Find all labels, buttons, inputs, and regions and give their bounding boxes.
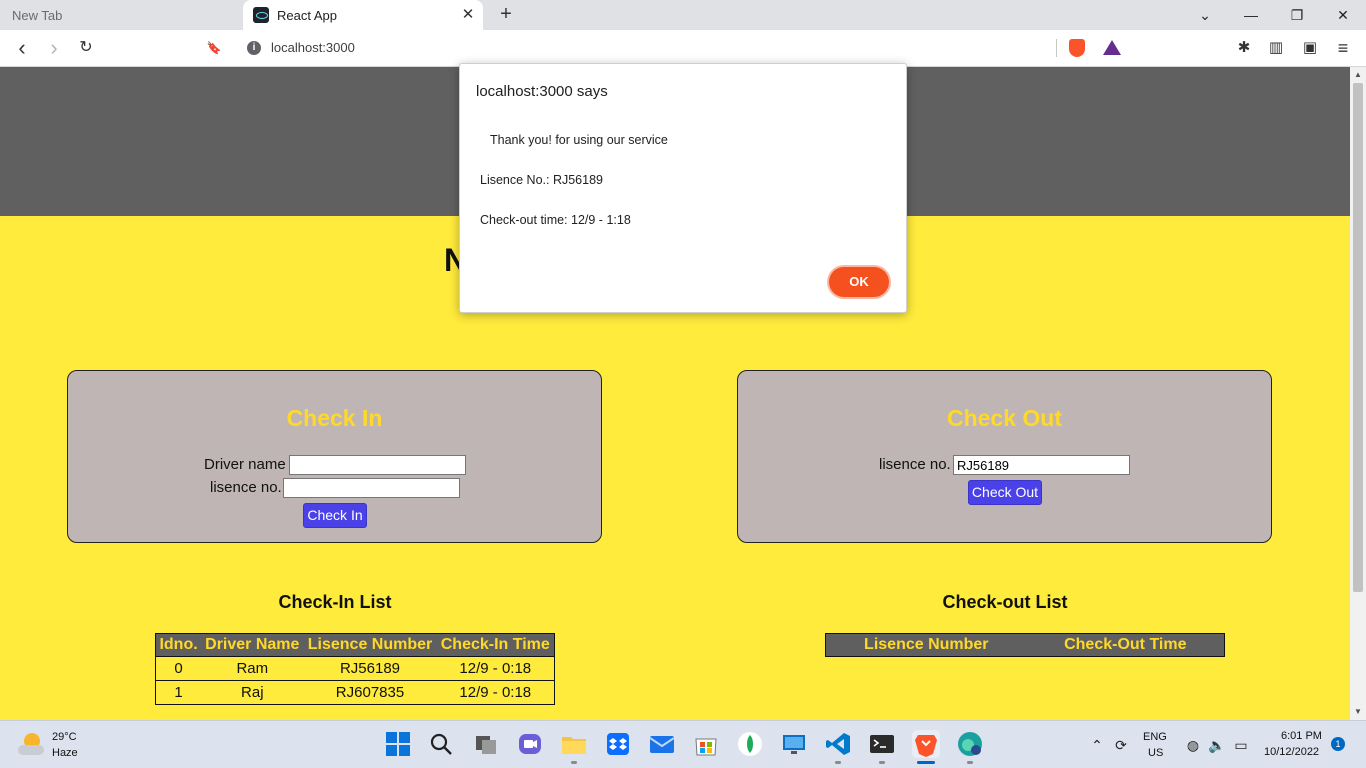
search-icon[interactable]: [427, 730, 455, 758]
bookmark-icon[interactable]: 🔖: [201, 36, 227, 60]
column-header: Driver Name: [201, 633, 304, 657]
back-icon[interactable]: ‹: [9, 36, 35, 60]
column-header: Idno.: [155, 633, 202, 657]
check-out-list-title: Check-out List: [942, 592, 1068, 612]
restore-window-button[interactable]: ❐: [1274, 0, 1320, 30]
teams-chat-icon[interactable]: [516, 730, 544, 758]
check-in-card: Check In Driver name lisence no. Check I…: [67, 370, 602, 543]
file-explorer-icon[interactable]: [560, 730, 588, 764]
close-tab-icon[interactable]: ✕: [459, 6, 477, 24]
reload-icon[interactable]: ↻: [73, 36, 99, 60]
site-info-icon[interactable]: i: [247, 41, 261, 55]
weather-condition[interactable]: Haze: [52, 747, 78, 759]
remote-desktop-icon[interactable]: [780, 730, 808, 758]
dropbox-icon[interactable]: [604, 730, 632, 758]
tab-search-icon[interactable]: ⌄: [1182, 0, 1228, 30]
forward-icon[interactable]: ›: [41, 36, 67, 60]
table-row: 0 Ram RJ56189 12/9 - 0:18: [155, 656, 555, 681]
new-tab-button[interactable]: +: [494, 3, 518, 27]
tab-react-app[interactable]: React App ✕: [243, 0, 483, 30]
git-client-icon[interactable]: [736, 730, 764, 758]
column-header: Check-Out Time: [1026, 633, 1225, 657]
tab-title: New Tab: [12, 7, 63, 23]
dialog-message-line: Check-out time: 12/9 - 1:18: [480, 213, 631, 227]
chevron-up-icon[interactable]: ⌃: [1088, 736, 1106, 754]
edge-dev-icon[interactable]: [956, 730, 984, 764]
check-in-list-title: Check-In List: [278, 592, 392, 612]
alert-dialog: localhost:3000 says Thank you! for using…: [459, 63, 907, 313]
table-header-row: Lisence Number Check-Out Time: [825, 633, 1225, 657]
vscode-icon[interactable]: [824, 730, 852, 764]
check-out-table: Lisence Number Check-Out Time: [825, 633, 1225, 657]
check-out-button[interactable]: Check Out: [968, 480, 1042, 505]
column-header: Lisence Number: [825, 633, 1027, 657]
wallet-icon[interactable]: ▣: [1298, 36, 1322, 60]
region-indicator[interactable]: US: [1148, 747, 1163, 759]
language-indicator[interactable]: ENG: [1143, 731, 1167, 743]
notification-badge[interactable]: 1: [1331, 737, 1345, 751]
address-bar[interactable]: i localhost:3000: [237, 34, 1129, 62]
task-view-icon[interactable]: [472, 730, 500, 758]
minimize-window-button[interactable]: —: [1228, 0, 1274, 30]
sync-icon[interactable]: ⟳: [1112, 736, 1130, 754]
dialog-message-line: Thank you! for using our service: [490, 133, 668, 147]
start-icon[interactable]: [384, 730, 412, 758]
table-cell: 12/9 - 0:18: [436, 656, 555, 681]
weather-temperature[interactable]: 29°C: [52, 731, 77, 743]
table-cell: 1: [155, 680, 202, 705]
column-header: Check-In Time: [436, 633, 555, 657]
browser-toolbar: ‹ › ↻ 🔖 i localhost:3000 ✱ ▥ ▣ ≡: [0, 30, 1366, 67]
divider: [1056, 39, 1057, 57]
table-cell: RJ56189: [303, 656, 437, 681]
dialog-title: localhost:3000 says: [476, 83, 608, 100]
table-cell: Ram: [201, 656, 304, 681]
react-favicon-icon: [253, 7, 269, 23]
table-cell: RJ607835: [303, 680, 437, 705]
clock-time[interactable]: 6:01 PM: [1281, 730, 1322, 742]
url-text: localhost:3000: [271, 40, 355, 55]
weather-haze-icon[interactable]: [18, 733, 44, 755]
brave-rewards-icon[interactable]: [1103, 40, 1121, 55]
column-header: Lisence Number: [303, 633, 437, 657]
driver-name-label: Driver name: [204, 456, 286, 473]
table-cell: 12/9 - 0:18: [436, 680, 555, 705]
licence-no-input[interactable]: [283, 478, 460, 498]
scroll-down-icon[interactable]: ▼: [1350, 704, 1366, 720]
licence-no-label: lisence no.: [210, 479, 282, 496]
table-cell: Raj: [201, 680, 304, 705]
check-in-table: Idno. Driver Name Lisence Number Check-I…: [155, 633, 555, 705]
table-cell: 0: [155, 656, 202, 681]
windows-taskbar: 29°C Haze ⌃ ⟳ ENG US ◍ 🔈 ▭ 6:01 PM 10/12…: [0, 720, 1366, 768]
driver-name-input[interactable]: [289, 455, 466, 475]
table-row: 1 Raj RJ607835 12/9 - 0:18: [155, 680, 555, 705]
check-out-card: Check Out lisence no. Check Out: [737, 370, 1272, 543]
ok-button[interactable]: OK: [829, 267, 889, 297]
scroll-up-icon[interactable]: ▲: [1350, 67, 1366, 83]
mail-icon[interactable]: [648, 730, 676, 758]
check-in-button[interactable]: Check In: [303, 503, 367, 528]
globe-network-icon[interactable]: ◍: [1184, 736, 1202, 754]
check-out-title: Check Out: [946, 405, 1063, 431]
brave-shields-icon[interactable]: [1069, 39, 1085, 57]
tab-new-tab[interactable]: New Tab: [0, 0, 240, 30]
brave-browser-icon[interactable]: [912, 730, 940, 764]
store-icon[interactable]: [692, 730, 720, 758]
table-header-row: Idno. Driver Name Lisence Number Check-I…: [155, 633, 555, 657]
check-in-title: Check In: [286, 405, 383, 431]
checkout-licence-input[interactable]: [953, 455, 1130, 475]
battery-icon[interactable]: ▭: [1232, 736, 1250, 754]
scrollbar-thumb[interactable]: [1353, 83, 1363, 592]
sidebar-icon[interactable]: ▥: [1264, 36, 1288, 60]
browser-tab-strip: New Tab React App ✕ + ⌄ — ❐ ✕: [0, 0, 1366, 30]
close-window-button[interactable]: ✕: [1320, 0, 1366, 30]
dialog-message-line: Lisence No.: RJ56189: [480, 173, 603, 187]
menu-icon[interactable]: ≡: [1331, 36, 1355, 60]
tab-title: React App: [277, 7, 337, 23]
extensions-icon[interactable]: ✱: [1232, 36, 1256, 60]
terminal-icon[interactable]: [868, 730, 896, 764]
page-scrollbar[interactable]: ▲ ▼: [1350, 67, 1366, 720]
checkout-licence-label: lisence no.: [879, 456, 951, 473]
speaker-icon[interactable]: 🔈: [1208, 736, 1226, 754]
clock-date[interactable]: 10/12/2022: [1264, 746, 1319, 758]
